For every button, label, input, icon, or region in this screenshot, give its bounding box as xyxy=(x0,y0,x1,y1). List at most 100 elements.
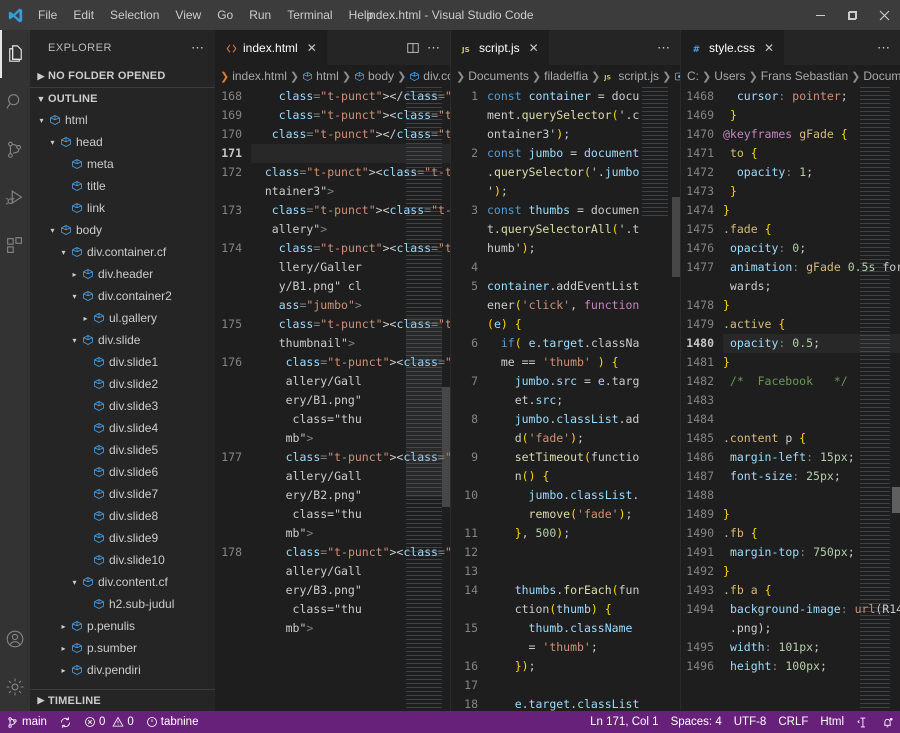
code-line[interactable] xyxy=(487,258,680,277)
code-line[interactable]: const thumbs = documen xyxy=(487,201,680,220)
outline-item[interactable]: meta xyxy=(30,153,215,175)
code-line[interactable]: t.querySelectorAll('.t xyxy=(487,220,680,239)
code-line[interactable]: width: 101px; xyxy=(723,638,900,657)
tab-script-js[interactable]: JS script.js ✕ xyxy=(451,30,550,65)
sidebar-more-actions[interactable]: ⋯ xyxy=(191,40,205,56)
breadcrumb-item[interactable]: div.container.cf xyxy=(407,69,450,83)
chevron-down-icon[interactable]: ▾ xyxy=(36,116,47,125)
code-line[interactable]: remove('fade'); xyxy=(487,505,680,524)
code-editor-style-css[interactable]: 1468 1469 1470 1471 1472 1473 1474 1475 1476 1477… xyxy=(681,87,900,711)
outline-item[interactable]: div.slide2 xyxy=(30,373,215,395)
menu-file[interactable]: File xyxy=(30,0,65,30)
code-line[interactable]: }, 500); xyxy=(487,524,680,543)
code-line[interactable]: class="thu xyxy=(251,505,450,524)
code-line[interactable]: ener('click', function xyxy=(487,296,680,315)
breadcrumb-item[interactable]: Users xyxy=(712,69,747,83)
code-line[interactable]: .png); xyxy=(723,619,900,638)
outline-item[interactable]: ▸ div.header xyxy=(30,263,215,285)
code-line[interactable]: ment.querySelector('.c xyxy=(487,106,680,125)
code-line[interactable]: jumbo.classList. xyxy=(487,486,680,505)
chevron-down-icon[interactable]: ▾ xyxy=(69,578,80,587)
code-editor-index-html[interactable]: 168 169 170 171 172 173 174 175 176 177 178 class=… xyxy=(215,87,450,711)
outline-item[interactable]: div.slide5 xyxy=(30,439,215,461)
outline-item[interactable]: ▾ body xyxy=(30,219,215,241)
outline-tree[interactable]: ▾ html ▾ head meta title link ▾ body ▾ div.contain… xyxy=(30,109,215,689)
outline-item[interactable]: div.slide8 xyxy=(30,505,215,527)
scrollbar-thumb[interactable] xyxy=(892,487,900,513)
code-line[interactable]: mb"> xyxy=(251,524,450,543)
code-line[interactable]: allery"> xyxy=(251,220,450,239)
code-line[interactable]: .fb { xyxy=(723,524,900,543)
activity-search[interactable] xyxy=(0,78,30,126)
chevron-right-icon[interactable]: ▸ xyxy=(69,270,80,279)
vertical-scrollbar-group-1[interactable] xyxy=(442,87,450,711)
menu-go[interactable]: Go xyxy=(209,0,241,30)
code-line[interactable]: '); xyxy=(487,182,680,201)
status-cursor-position[interactable]: Ln 171, Col 1 xyxy=(584,711,664,733)
activity-extensions[interactable] xyxy=(0,222,30,270)
outline-item[interactable]: div.slide9 xyxy=(30,527,215,549)
outline-item[interactable]: title xyxy=(30,175,215,197)
code-line[interactable]: humb'); xyxy=(487,239,680,258)
code-line[interactable]: background-image: url(R14 xyxy=(723,600,900,619)
outline-item[interactable]: ▾ head xyxy=(30,131,215,153)
code-content-group-2[interactable]: const container = docu ment.querySelector… xyxy=(485,87,680,711)
code-line[interactable]: setTimeout(functio xyxy=(487,448,680,467)
code-line[interactable]: class="t-punct"><class="t-tag">img src="… xyxy=(251,239,450,258)
outline-item[interactable]: ▾ div.content.cf xyxy=(30,571,215,593)
code-line[interactable]: jumbo.src = e.targ xyxy=(487,372,680,391)
scrollbar-thumb[interactable] xyxy=(442,387,450,507)
code-line[interactable]: ontainer3'); xyxy=(487,125,680,144)
status-notifications[interactable] xyxy=(875,711,900,733)
chevron-down-icon[interactable]: ▾ xyxy=(58,248,69,257)
status-tabnine[interactable]: tabnine xyxy=(140,711,205,733)
code-line[interactable]: margin-left: 15px; xyxy=(723,448,900,467)
code-line[interactable]: ery/B3.png" xyxy=(251,581,450,600)
code-line[interactable]: ntainer3"> xyxy=(251,182,450,201)
code-line[interactable]: allery/Gall xyxy=(251,562,450,581)
outline-item[interactable]: div.slide7 xyxy=(30,483,215,505)
outline-item[interactable]: h2.sub-judul xyxy=(30,593,215,615)
outline-item[interactable]: div.slide6 xyxy=(30,461,215,483)
chevron-down-icon[interactable]: ▾ xyxy=(47,226,58,235)
breadcrumb-group-1[interactable]: ❯ index.html ❯ html ❯ body ❯ div.c xyxy=(215,65,450,87)
code-line[interactable]: height: 100px; xyxy=(723,657,900,676)
vertical-scrollbar-group-2[interactable] xyxy=(672,87,680,711)
status-indentation[interactable]: Spaces: 4 xyxy=(665,711,728,733)
outline-item[interactable]: ▾ html xyxy=(30,109,215,131)
code-line[interactable]: to { xyxy=(723,144,900,163)
code-line[interactable]: llery/Galler xyxy=(251,258,450,277)
code-line[interactable]: class="t-punct"><class="t-tag">div class… xyxy=(251,163,450,182)
code-line[interactable] xyxy=(487,562,680,581)
code-line[interactable]: } xyxy=(723,505,900,524)
tab-style-css[interactable]: # style.css ✕ xyxy=(681,30,786,65)
code-line[interactable]: class="t-punct"><class="t-tag">img src="… xyxy=(251,543,450,562)
breadcrumb-item[interactable]: Documents xyxy=(861,69,900,83)
code-line[interactable]: } xyxy=(723,106,900,125)
code-line[interactable]: y/B1.png" cl xyxy=(251,277,450,296)
code-line[interactable]: } xyxy=(723,353,900,372)
outline-item[interactable]: ▸ p.penulis xyxy=(30,615,215,637)
outline-item[interactable]: ▸ ul.gallery xyxy=(30,307,215,329)
code-line[interactable]: } xyxy=(723,562,900,581)
code-line[interactable]: mb"> xyxy=(251,619,450,638)
code-line[interactable] xyxy=(487,676,680,695)
activity-source-control[interactable] xyxy=(0,126,30,174)
outline-item[interactable]: ▸ p.sumber xyxy=(30,637,215,659)
minimize-button[interactable] xyxy=(804,0,836,30)
breadcrumb-item[interactable]: Frans Sebastian xyxy=(759,69,850,83)
status-sync[interactable] xyxy=(53,711,78,733)
code-content-group-3[interactable]: cursor: pointer; } @keyframes gFade { to … xyxy=(721,87,900,711)
code-line[interactable]: @keyframes gFade { xyxy=(723,125,900,144)
code-line[interactable]: me == 'thumb' ) { xyxy=(487,353,680,372)
outline-item[interactable]: ▾ div.slide xyxy=(30,329,215,351)
vertical-scrollbar-group-3[interactable] xyxy=(892,87,900,711)
code-line[interactable]: class="t-punct"></class="t-tag">p> xyxy=(251,87,450,106)
breadcrumb-item[interactable]: C: xyxy=(685,69,701,83)
breadcrumb-item[interactable]: Documents xyxy=(466,69,531,83)
code-line[interactable] xyxy=(723,486,900,505)
outline-item[interactable]: link xyxy=(30,197,215,219)
breadcrumb-item[interactable]: body xyxy=(352,69,396,83)
outline-item[interactable]: div.slide1 xyxy=(30,351,215,373)
maximize-button[interactable] xyxy=(836,0,868,30)
